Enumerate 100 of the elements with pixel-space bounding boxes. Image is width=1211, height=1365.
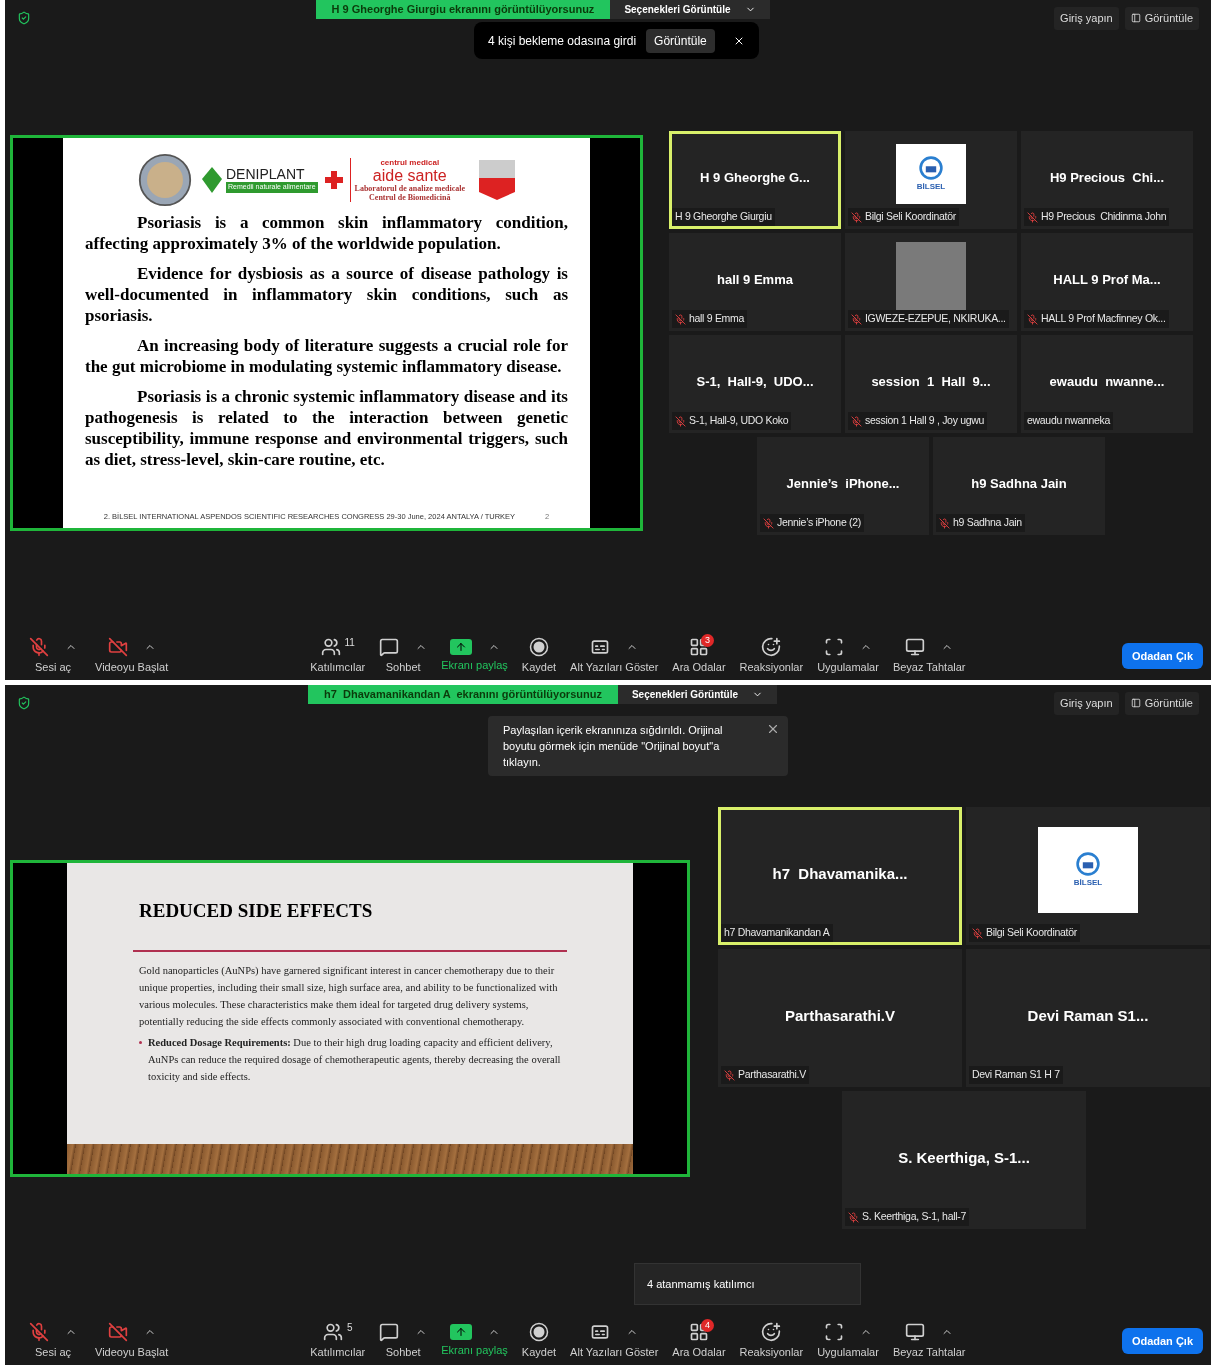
name-label: h7 Dhavamanikandan A — [724, 925, 830, 941]
name-label: HALL 9 Prof Macfinney Ok... — [1041, 311, 1166, 327]
toolbar-button[interactable]: Ekranı paylaş — [435, 1318, 514, 1364]
close-icon[interactable] — [766, 722, 780, 736]
toolbar-button[interactable]: Reaksiyonlar — [733, 633, 810, 679]
participant-name: h9 Sadhna Jain — [971, 475, 1067, 494]
logo-text: BİLSEL — [916, 181, 946, 193]
view-button[interactable]: Görüntüle — [646, 28, 715, 53]
layout-icon — [1130, 698, 1141, 709]
muted-microphone-icon — [763, 517, 774, 529]
clinic-name: aide sante — [372, 167, 447, 184]
participant-name: S-1, Hall-9, UDO... — [696, 373, 814, 392]
leave-button[interactable]: Odadan Çık — [1121, 1327, 1203, 1355]
toolbar-button[interactable]: Videoyu Başlat — [89, 633, 175, 679]
toolbar-button[interactable]: Sesi aç — [23, 633, 83, 679]
name-label: session 1 Hall 9 , Joy ugwu — [865, 413, 985, 429]
toolbar-button[interactable]: Kaydet — [515, 633, 563, 679]
toolbar-button[interactable]: Beyaz Tahtalar — [886, 633, 972, 679]
name-label: Devi Raman S1 H 7 — [972, 1067, 1060, 1083]
muted-microphone-icon — [972, 927, 983, 939]
whiteboard-icon — [905, 636, 926, 657]
view-button[interactable]: Görüntüle — [1124, 7, 1199, 30]
apps-icon — [824, 636, 845, 657]
sharing-banner: H 9 Gheorghe Giurgiu ekranını görüntülüyorsunuz — [315, 0, 611, 19]
toolbar-button[interactable]: 3 Ara Odalar — [666, 633, 732, 679]
toolbar-button[interactable]: Reaksiyonlar — [733, 1318, 810, 1364]
name-label: IGWEZE-EZEPUE, NKIRUKA... — [865, 311, 1006, 327]
name-label: Jennie’s iPhone (2) — [777, 515, 861, 531]
brand-name: DENIPLANT — [226, 167, 306, 183]
view-options-button[interactable]: Seçenekleri Görüntüle — [610, 0, 770, 19]
slide-paragraph: Psoriasis is a common skin inflammatory condition, affecting approximately 3% of the worldwide population. — [85, 212, 568, 254]
layout-icon — [1130, 13, 1141, 24]
participant-name: session 1 Hall 9... — [871, 373, 991, 392]
participant-name: ewaudu nwanne... — [1049, 373, 1165, 392]
cross-logo-icon — [323, 170, 344, 190]
notification-text: 4 kişi bekleme odasına girdi — [488, 32, 637, 50]
muted-microphone-icon — [29, 636, 49, 657]
muted-microphone-icon — [848, 1211, 859, 1223]
slide-title: REDUCED SIDE EFFECTS — [139, 898, 374, 923]
toolbar-button[interactable]: Beyaz Tahtalar — [886, 1318, 972, 1364]
name-label: S-1, Hall-9, UDO Koko — [689, 413, 789, 429]
people-icon — [320, 636, 341, 657]
sign-in-button[interactable]: Giriş yapın — [1054, 692, 1119, 715]
smile-icon — [761, 1321, 782, 1342]
participant-name: Devi Raman S1... — [1027, 1005, 1149, 1026]
name-label: h9 Sadhna Jain — [953, 515, 1022, 531]
notification-badge: 3 — [700, 633, 714, 647]
popover-text: 4 atanmamış katılımcı — [647, 1276, 755, 1292]
muted-microphone-icon — [851, 211, 862, 223]
shield-icon[interactable] — [17, 696, 31, 710]
grid-icon — [688, 636, 709, 657]
bullet-text: Reduced Dosage Requirements: Due to their high drug loading capacity and efficient delivery, AuNPs can reduce the required dosage of chemotherapeutic agents, thereby decreasing the overall toxicity and side effects. — [148, 1036, 561, 1084]
shield-icon[interactable] — [17, 11, 31, 25]
photo-placeholder — [895, 241, 967, 311]
toolbar-button[interactable]: Sohbet — [373, 633, 434, 679]
participant-name: hall 9 Emma — [717, 271, 793, 290]
seal-logo-icon — [136, 153, 194, 207]
toolbar-button[interactable]: Sohbet — [373, 1318, 434, 1364]
leave-button[interactable]: Odadan Çık — [1121, 642, 1203, 670]
muted-microphone-icon — [724, 1069, 735, 1081]
toolbar-button[interactable]: Alt Yazıları Göster — [564, 1318, 665, 1364]
name-label: H 9 Gheorghe Giurgiu — [675, 209, 772, 225]
name-label: ewaudu nwanneka — [1027, 413, 1111, 429]
slide-paragraph: Evidence for dysbiosis as a source of disease pathology is well-documented in inflammatory skin conditions, such as psoriasis. — [85, 263, 568, 326]
name-label: Bilgi Seli Koordinatör — [986, 925, 1077, 941]
people-icon — [322, 1321, 343, 1342]
muted-microphone-icon — [1027, 313, 1038, 325]
slide-paragraph: Psoriasis is a chronic systemic inflammatory disease and its pathogenesis is related to the interaction between genetic susceptibility, immune response and environmental triggers, such as diet, stress-level, skin-care routine, etc. — [85, 386, 568, 470]
name-label: Parthasarathi.V — [738, 1067, 806, 1083]
video-off-icon — [107, 1321, 128, 1342]
toolbar-button[interactable]: 5 Katılımcılar — [304, 1318, 372, 1364]
muted-microphone-icon — [851, 313, 862, 325]
slide-paragraph: Gold nanoparticles (AuNPs) have garnered significant interest in cancer chemotherapy due to their unique properties, including their small size, high surface area, and ability to be functionalized with various molecules. These characteristics make them ideal for targeted drug delivery systems, potentially reducing the side effects commonly associated with conventional chemotherapy. — [139, 964, 559, 1029]
toolbar-button[interactable]: 4 Ara Odalar — [666, 1318, 732, 1364]
participant-name: S. Keerthiga, S-1... — [898, 1147, 1030, 1168]
logo-text: BİLSEL — [1073, 877, 1103, 889]
muted-microphone-icon — [939, 517, 950, 529]
view-button[interactable]: Görüntüle — [1124, 692, 1199, 715]
bullet-icon — [139, 1041, 142, 1044]
toolbar-button[interactable]: Uygulamalar — [811, 633, 885, 679]
toolbar-button[interactable]: Sesi aç — [23, 1318, 83, 1364]
toolbar-button[interactable]: Videoyu Başlat — [89, 1318, 175, 1364]
toolbar-button[interactable]: Uygulamalar — [811, 1318, 885, 1364]
participant-count: 5 — [346, 1321, 353, 1336]
participant-name: Parthasarathi.V — [784, 1005, 895, 1026]
notification-badge: 4 — [700, 1318, 714, 1332]
toolbar-button[interactable]: Kaydet — [515, 1318, 563, 1364]
participant-name: H 9 Gheorghe G... — [700, 169, 810, 188]
slide-paragraph: An increasing body of literature suggests a crucial role for the gut microbiome in modulating systemic inflammatory disease. — [85, 335, 568, 377]
toolbar-button[interactable]: Alt Yazıları Göster — [564, 633, 665, 679]
sign-in-button[interactable]: Giriş yapın — [1054, 7, 1119, 30]
sharing-banner: h7 Dhavamanikandan A ekranını görüntülüyorsunuz — [308, 685, 618, 704]
view-options-button[interactable]: Seçenekleri Görüntüle — [617, 685, 778, 704]
participant-name: h7 Dhavamanika... — [772, 863, 908, 884]
toolbar-button[interactable]: Ekranı paylaş — [435, 633, 514, 679]
clinic-subtitle: Laboratorul de analize medicale — [354, 184, 465, 193]
participant-name: HALL 9 Prof Ma... — [1053, 271, 1161, 290]
chat-icon — [379, 636, 400, 657]
name-label: Bilgi Seli Koordinatör — [865, 209, 956, 225]
toolbar-button[interactable]: 11 Katılımcılar — [304, 633, 372, 679]
